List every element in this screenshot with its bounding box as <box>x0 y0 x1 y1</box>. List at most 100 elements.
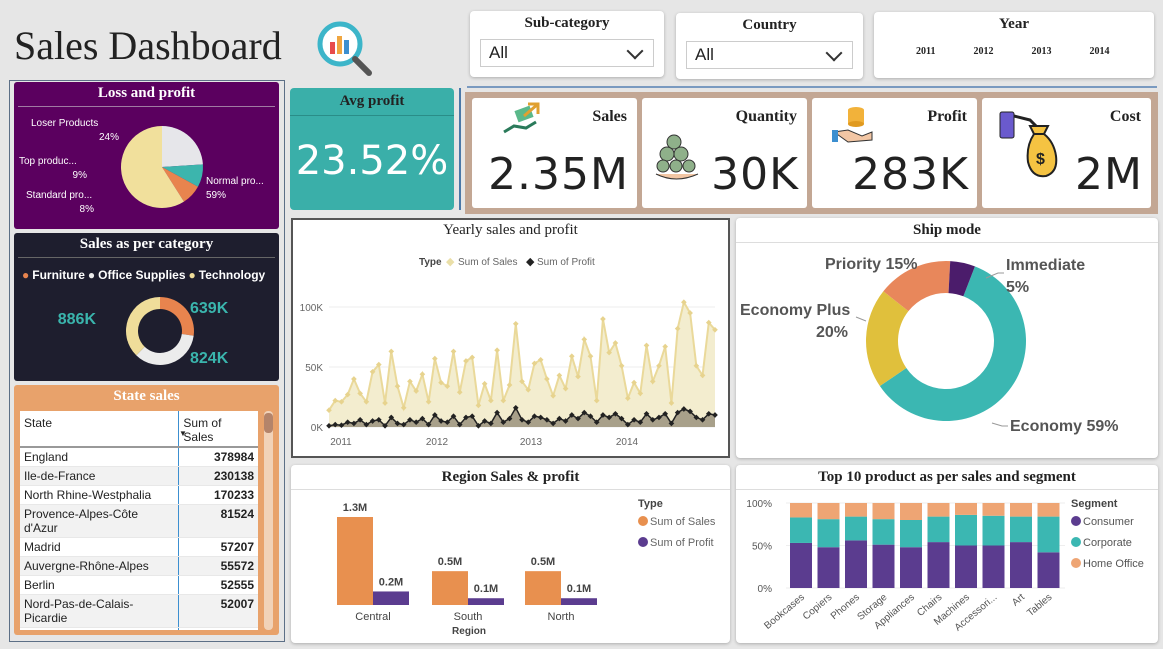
sort-desc-icon[interactable]: ▼ <box>179 429 187 438</box>
sales-point <box>512 320 519 327</box>
column-header-state[interactable]: State <box>20 411 179 448</box>
y-tick-label: 50% <box>752 542 772 553</box>
sales-point <box>568 353 575 360</box>
loss-profit-pie: Loser Products24% Top produc... 9% Standard… <box>19 118 264 215</box>
region-xlabel: Region <box>452 626 486 637</box>
stacked-bar-segment <box>872 503 895 520</box>
quantity-kpi-value: 30K <box>711 149 799 200</box>
sales-cell: 51844 <box>178 627 258 630</box>
stacked-bar-segment <box>982 545 1005 588</box>
sales-kpi-value: 2.35M <box>488 149 629 200</box>
year-option-2012[interactable]: 2012 <box>973 46 993 57</box>
subcategory-value: All <box>489 43 508 62</box>
sales-kpi-card: Sales 2.35M <box>472 98 637 208</box>
top10-category-label: Art <box>1010 592 1027 609</box>
region-bar <box>373 591 409 605</box>
region-bar <box>525 571 561 605</box>
top10-category-label: Tables <box>1025 592 1054 619</box>
scrollbar-thumb[interactable] <box>264 413 273 433</box>
category-panel: Sales as per category ● Furniture ● Office… <box>14 233 279 381</box>
table-row[interactable]: Provence-Alpes-Côte d'Azur 81524 <box>20 504 258 538</box>
year-option-2014[interactable]: 2014 <box>1089 46 1109 57</box>
country-value: All <box>695 45 714 64</box>
legend-sales: Sum of Sales <box>458 257 517 268</box>
sales-kpi-label: Sales <box>592 108 627 125</box>
stacked-bar-segment <box>1010 503 1032 517</box>
money-bag-icon: $ <box>999 111 1058 178</box>
state-cell: Provence-Alpes-Côte d'Azur <box>20 504 179 538</box>
top10-legend-item: Consumer <box>1083 516 1134 528</box>
region-bar-label: 0.1M <box>567 583 591 595</box>
table-row[interactable]: Ile-de-France 230138 <box>20 466 258 486</box>
stacked-bar-segment <box>872 519 895 545</box>
year-option-2013[interactable]: 2013 <box>1031 46 1051 57</box>
state-table-scrollbar[interactable] <box>264 411 273 630</box>
x-tick-label: 2012 <box>426 437 449 448</box>
region-bar <box>468 598 504 605</box>
stacked-bar-segment <box>872 544 895 588</box>
country-slicer[interactable]: Country All <box>676 13 863 79</box>
yearly-chart: Type ◆ Sum of Sales ◆ Sum of Profit100K50K0K… <box>300 256 718 448</box>
sales-point <box>481 380 488 387</box>
avg-profit-value: 23.52% <box>295 138 449 184</box>
table-row[interactable]: Berlin 52555 <box>20 575 258 595</box>
stacked-bar-segment <box>1037 503 1060 517</box>
category-value-label: 886K <box>58 311 97 328</box>
page-title: Sales Dashboard <box>14 23 282 68</box>
top10-category-label: Copiers <box>801 592 834 623</box>
legend-marker-sales: ◆ <box>446 256 455 268</box>
profit-kpi-card: Profit 283K <box>812 98 977 208</box>
legend-dot-icon <box>638 537 648 547</box>
top10-category-label: Bookcases <box>762 592 807 632</box>
sales-point <box>494 347 500 354</box>
table-row[interactable]: England 378984 <box>20 447 258 467</box>
magnifier-chart-icon <box>314 18 374 78</box>
slice-pct: 59% <box>206 190 226 201</box>
yearly-panel: Yearly sales and profit Type ◆ Sum of Sale… <box>291 218 730 458</box>
stacked-bar-segment <box>845 540 867 588</box>
stacked-bar-segment <box>955 503 977 515</box>
ship-label-economy-plus-pct: 20% <box>816 324 848 341</box>
table-row[interactable]: North Rhine-Westphalia 170233 <box>20 485 258 505</box>
donut-slice <box>125 297 160 356</box>
sales-point <box>600 316 606 322</box>
stacked-bar-segment <box>817 547 840 588</box>
country-dropdown[interactable]: All <box>686 41 853 69</box>
slice-label: Top produc... <box>19 156 77 167</box>
slice-pct: 8% <box>80 204 95 215</box>
state-table-container: State Sum of Sales England 378984 Ile-de-F… <box>20 411 258 630</box>
year-option-2011[interactable]: 2011 <box>916 46 935 57</box>
sales-cell: 52555 <box>178 575 258 595</box>
year-slicer[interactable]: Year 2011 2012 2013 2014 <box>874 12 1154 78</box>
column-header-sum-of-sales[interactable]: Sum of Sales <box>178 411 258 448</box>
subcategory-slicer[interactable]: Sub-category All <box>470 11 664 77</box>
top10-panel: Top 10 product as per sales and segment … <box>736 465 1158 643</box>
subcategory-dropdown[interactable]: All <box>480 39 654 67</box>
sales-point <box>432 355 438 362</box>
sales-point <box>662 343 669 350</box>
slice-label: Normal pro... <box>206 176 264 187</box>
sales-cell: 170233 <box>178 485 258 505</box>
slice-label: Standard pro... <box>26 190 92 201</box>
stacked-bar-segment <box>1037 516 1060 553</box>
stacked-bar-segment <box>817 503 840 520</box>
ship-label-priority: Priority 15% <box>825 256 917 273</box>
category-value-label: 824K <box>190 350 229 367</box>
table-row[interactable]: Auvergne-Rhône-Alpes 55572 <box>20 556 258 576</box>
year-label: Year <box>999 16 1029 32</box>
y-tick-label: 50K <box>305 363 323 374</box>
region-chart: 1.3M 0.2M Central 0.5M 0.1M South 0.5M 0.1M Nort… <box>337 498 716 637</box>
kpi-top-line <box>467 86 1157 88</box>
table-row[interactable]: Nord-Pas-de-Calais-Picardie 52007 <box>20 594 258 628</box>
region-panel: Region Sales & profit 1.3M 0.2M Central 0.5… <box>291 465 730 643</box>
legend-title: Type <box>419 257 442 268</box>
state-cell: England <box>20 447 179 467</box>
chevron-down-icon <box>825 44 843 62</box>
svg-text:$: $ <box>1036 151 1045 168</box>
country-label: Country <box>742 17 797 33</box>
quantity-kpi-card: Quantity 30K <box>642 98 807 208</box>
table-row[interactable]: Vienna51844 <box>20 627 258 630</box>
top10-chart: 100%50%0%BookcasesCopiersPhonesStorageAp… <box>746 498 1144 634</box>
chevron-down-icon <box>626 42 644 60</box>
table-row[interactable]: Madrid 57207 <box>20 537 258 557</box>
